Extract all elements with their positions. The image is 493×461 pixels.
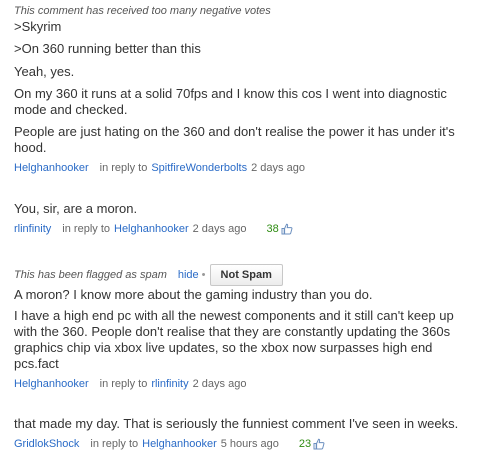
in-reply-to-label: in reply to — [90, 438, 139, 450]
comment-time: 2 days ago — [192, 223, 247, 235]
comment-time: 5 hours ago — [220, 438, 279, 450]
comment-meta: rlinfinity in reply to Helghanhooker 2 d… — [14, 223, 293, 235]
thumbs-up-icon[interactable] — [313, 438, 325, 450]
spam-flag-notice: This has been flagged as spam hide • Not… — [14, 264, 283, 286]
reply-target-link[interactable]: SpitfireWonderbolts — [151, 162, 247, 174]
comment-meta: GridlokShock in reply to Helghanhooker 5… — [14, 438, 325, 450]
thumbs-up-icon[interactable] — [281, 223, 293, 235]
comment-text-line: A moron? I know more about the gaming in… — [14, 287, 373, 302]
reply-target-link[interactable]: Helghanhooker — [114, 223, 189, 235]
comment-text-line: with the 360. People don't realise that … — [14, 324, 451, 339]
comment-text-line: You, sir, are a moron. — [14, 201, 138, 216]
spam-flag-text: This has been flagged as spam — [14, 269, 167, 281]
comment-time: 2 days ago — [192, 378, 247, 390]
like-count: 38 — [266, 223, 279, 235]
in-reply-to-label: in reply to — [62, 223, 110, 235]
comment-text-line: People are just hating on the 360 and do… — [14, 124, 455, 139]
comment-text-line: I have a high end pc with all the newest… — [14, 308, 454, 323]
like-count: 23 — [298, 438, 312, 450]
in-reply-to-label: in reply to — [99, 162, 148, 174]
not-spam-button[interactable]: Not Spam — [209, 264, 283, 286]
comment-text-line: Yeah, yes. — [14, 64, 75, 79]
comment-time: 2 days ago — [251, 162, 305, 174]
comment-text-line: >On 360 running better than this — [14, 41, 201, 56]
author-link[interactable]: Helghanhooker — [14, 162, 89, 174]
comment-text-line: pcs.fact — [14, 356, 59, 371]
comment-text-line: mode and checked. — [14, 102, 128, 117]
comment-text-line: graphics chip via xbox live updates, so … — [14, 340, 433, 355]
hide-link[interactable]: hide — [178, 269, 199, 281]
separator-bullet: • — [201, 269, 206, 281]
comment-text-line: >Skyrim — [14, 19, 62, 34]
comment-text-line: On my 360 it runs at a solid 70fps and I… — [14, 86, 447, 101]
comment-text-line: that made my day. That is seriously the … — [14, 416, 459, 431]
reply-target-link[interactable]: Helghanhooker — [142, 438, 217, 450]
author-link[interactable]: rlinfinity — [14, 223, 51, 235]
in-reply-to-label: in reply to — [99, 378, 148, 390]
author-link[interactable]: GridlokShock — [14, 438, 79, 450]
comment-meta: Helghanhooker in reply to rlinfinity 2 d… — [14, 378, 246, 390]
negative-votes-notice: This comment has received too many negat… — [14, 5, 271, 17]
comment-meta: Helghanhooker in reply to SpitfireWonder… — [14, 162, 305, 174]
comment-text-line: hood. — [14, 140, 47, 155]
author-link[interactable]: Helghanhooker — [14, 378, 89, 390]
reply-target-link[interactable]: rlinfinity — [151, 378, 188, 390]
